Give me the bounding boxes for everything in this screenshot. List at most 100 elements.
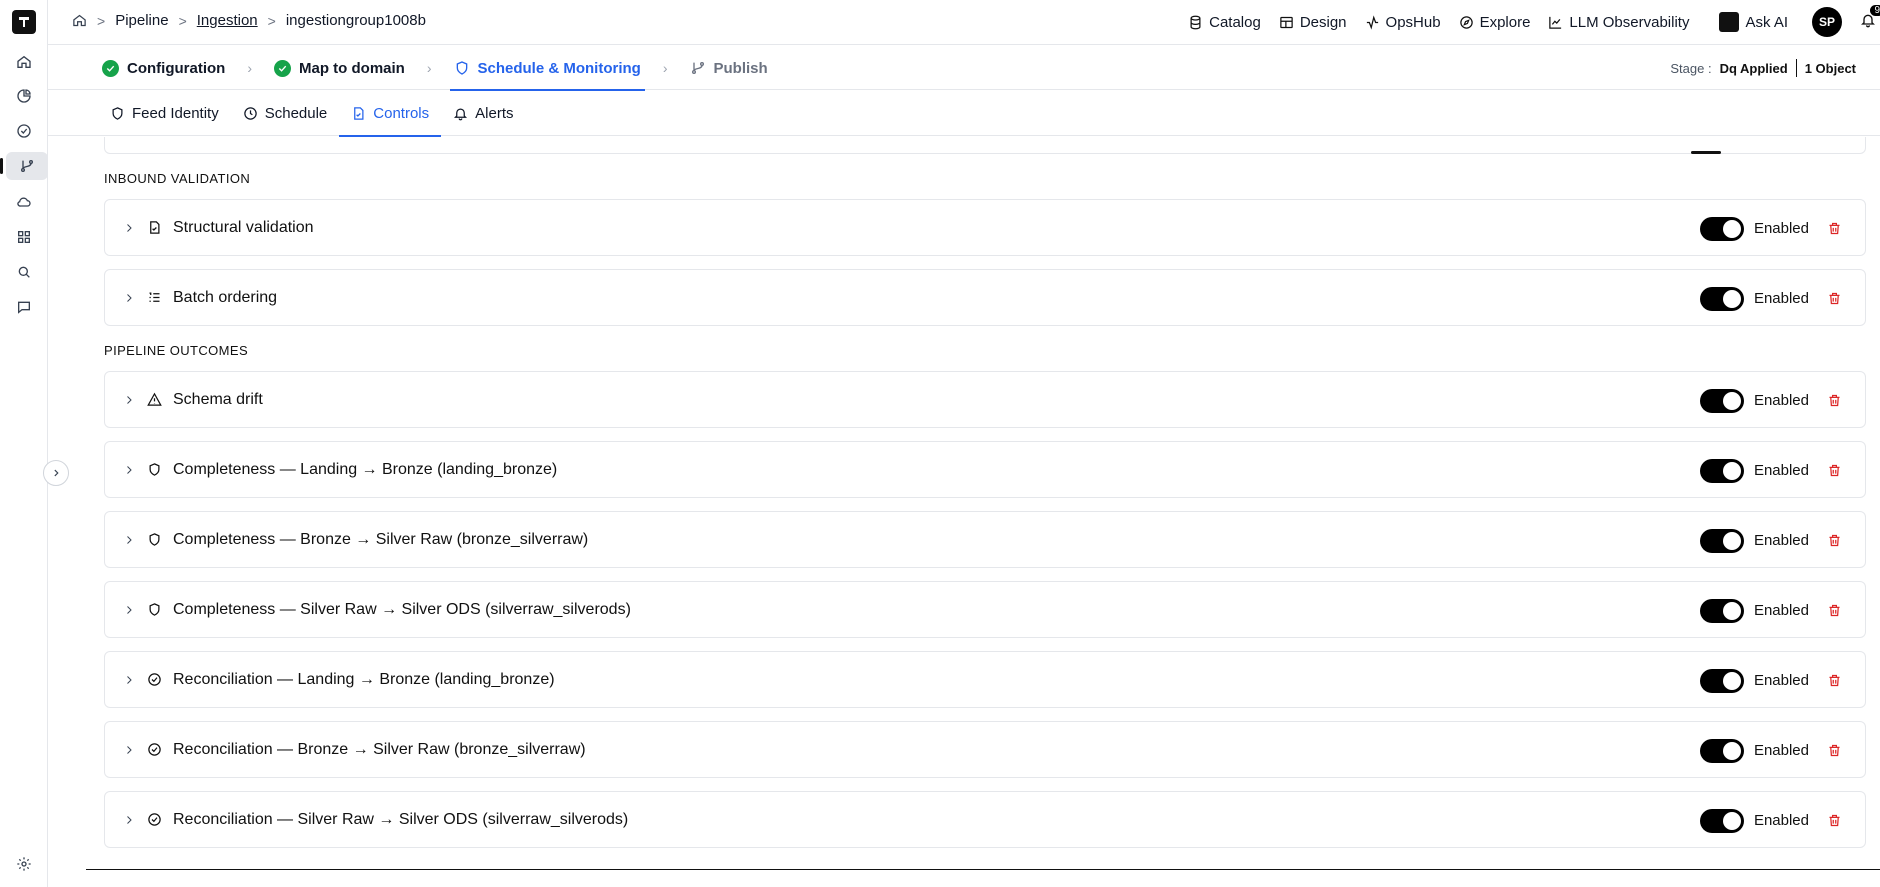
trash-icon[interactable] bbox=[1827, 463, 1843, 479]
toggle-label: Enabled bbox=[1753, 290, 1809, 307]
control-card[interactable]: Completeness — Landing → Bronze (landing… bbox=[104, 441, 1866, 498]
tab-alerts[interactable]: Alerts bbox=[441, 91, 525, 136]
chevron-right-icon: > bbox=[178, 12, 187, 29]
control-card[interactable]: Completeness — Bronze → Silver Raw (bron… bbox=[104, 511, 1866, 568]
stage-info: Stage : Dq Applied 1 Object bbox=[1670, 59, 1856, 77]
nav-catalog[interactable]: Catalog bbox=[1188, 14, 1261, 31]
nav-design-label: Design bbox=[1299, 13, 1347, 31]
trash-icon[interactable] bbox=[1827, 291, 1843, 307]
control-card[interactable]: Schema drift Enabled bbox=[104, 371, 1866, 428]
nav-design[interactable]: Design bbox=[1279, 14, 1347, 31]
step-map-label: Map to domain bbox=[299, 59, 405, 77]
tab-controls[interactable]: Controls bbox=[339, 91, 441, 137]
enabled-toggle[interactable] bbox=[1699, 216, 1744, 241]
chevron-right-icon[interactable] bbox=[123, 534, 137, 546]
chevron-right-icon[interactable] bbox=[123, 744, 137, 756]
breadcrumb-pipeline[interactable]: Pipeline bbox=[115, 12, 168, 29]
control-title: Reconciliation — Silver Raw → Silver ODS… bbox=[173, 810, 629, 828]
tab-feed-label: Feed Identity bbox=[132, 105, 219, 122]
chevron-right-icon: > bbox=[97, 12, 106, 29]
pie-chart-icon[interactable] bbox=[8, 82, 40, 110]
control-card[interactable]: Reconciliation — Bronze → Silver Raw (br… bbox=[104, 721, 1866, 778]
step-publish[interactable]: Publish bbox=[690, 46, 768, 90]
chevron-right-icon[interactable] bbox=[123, 674, 137, 686]
step-map-to-domain[interactable]: Map to domain bbox=[274, 46, 405, 90]
tab-feed-identity[interactable]: Feed Identity bbox=[98, 91, 231, 136]
trash-icon[interactable] bbox=[1827, 743, 1843, 759]
nav-catalog-label: Catalog bbox=[1209, 13, 1261, 31]
chevron-right-icon: › bbox=[662, 60, 668, 76]
app-logo[interactable] bbox=[12, 10, 36, 34]
control-card[interactable]: Reconciliation — Landing → Bronze (landi… bbox=[104, 651, 1866, 708]
chevron-right-icon[interactable] bbox=[123, 464, 137, 476]
shield-icon bbox=[147, 462, 163, 478]
sub-tabs: Feed Identity Schedule Controls Alerts bbox=[48, 91, 1880, 137]
control-card[interactable]: Completeness — Silver Raw → Silver ODS (… bbox=[104, 581, 1866, 638]
chevron-right-icon[interactable] bbox=[123, 814, 137, 826]
pipeline-branch-icon[interactable] bbox=[0, 152, 48, 180]
control-title: Batch ordering bbox=[173, 288, 278, 306]
previous-control-card bbox=[104, 137, 1866, 154]
control-title: Structural validation bbox=[173, 218, 314, 236]
step-configuration-label: Configuration bbox=[127, 59, 226, 77]
step-schedule-monitoring[interactable]: Schedule & Monitoring bbox=[449, 46, 646, 91]
nav-llm-observability[interactable]: LLM Observability bbox=[1548, 14, 1689, 31]
toggle-label: Enabled bbox=[1753, 742, 1809, 759]
trash-icon[interactable] bbox=[1827, 603, 1843, 619]
enabled-toggle[interactable] bbox=[1699, 668, 1744, 693]
chat-icon[interactable] bbox=[8, 293, 40, 321]
check-circle-icon[interactable] bbox=[8, 117, 40, 145]
ask-ai-button[interactable]: Ask AI bbox=[1719, 12, 1788, 32]
enabled-toggle[interactable] bbox=[1699, 598, 1744, 623]
enabled-toggle[interactable] bbox=[1699, 808, 1744, 833]
step-publish-label: Publish bbox=[713, 59, 768, 77]
git-branch-icon bbox=[691, 62, 704, 74]
avatar[interactable]: SP bbox=[1812, 7, 1842, 37]
chevron-right-icon: › bbox=[247, 60, 252, 76]
tab-schedule[interactable]: Schedule bbox=[231, 91, 340, 136]
control-title: Completeness — Bronze → Silver Raw (bron… bbox=[173, 530, 589, 548]
breadcrumb-ingestion[interactable]: Ingestion bbox=[197, 12, 258, 29]
toggle-label: Enabled bbox=[1753, 672, 1809, 689]
toggle-label: Enabled bbox=[1753, 462, 1809, 479]
enabled-toggle[interactable] bbox=[1699, 738, 1744, 763]
home-icon[interactable] bbox=[72, 13, 87, 28]
chevron-right-icon: › bbox=[426, 60, 432, 76]
trash-icon[interactable] bbox=[1827, 673, 1843, 689]
toggle-partial[interactable] bbox=[1691, 151, 1721, 154]
cloud-icon[interactable] bbox=[8, 188, 40, 216]
control-card[interactable]: Batch ordering Enabled bbox=[104, 269, 1866, 326]
home-icon[interactable] bbox=[8, 48, 40, 76]
chevron-right-icon[interactable] bbox=[123, 292, 137, 304]
bell-icon bbox=[454, 108, 468, 121]
stage-label: Stage : bbox=[1670, 60, 1712, 76]
toggle-label: Enabled bbox=[1753, 220, 1809, 237]
nav-opshub[interactable]: OpsHub bbox=[1365, 14, 1441, 31]
enabled-toggle[interactable] bbox=[1699, 458, 1744, 483]
enabled-toggle[interactable] bbox=[1699, 528, 1744, 553]
clock-icon bbox=[243, 107, 257, 120]
enabled-toggle[interactable] bbox=[1699, 388, 1744, 413]
step-configuration[interactable]: Configuration bbox=[102, 46, 225, 90]
shield-icon bbox=[112, 107, 123, 120]
search-icon[interactable] bbox=[8, 258, 40, 286]
grid-icon[interactable] bbox=[8, 223, 40, 251]
control-card[interactable]: Structural validation Enabled bbox=[104, 199, 1866, 256]
trash-icon[interactable] bbox=[1827, 813, 1843, 829]
sidebar-expand-button[interactable] bbox=[43, 460, 69, 486]
trash-icon[interactable] bbox=[1827, 393, 1843, 409]
control-card[interactable]: Reconciliation — Silver Raw → Silver ODS… bbox=[104, 791, 1866, 848]
gear-icon[interactable] bbox=[8, 850, 40, 878]
tab-controls-label: Controls bbox=[373, 105, 430, 122]
chevron-right-icon[interactable] bbox=[123, 604, 137, 616]
notifications-button[interactable]: 9 bbox=[1860, 5, 1880, 32]
nav-explore[interactable]: Explore bbox=[1459, 14, 1530, 31]
database-icon bbox=[1190, 15, 1201, 29]
trash-icon[interactable] bbox=[1827, 221, 1843, 237]
trash-icon[interactable] bbox=[1827, 533, 1843, 549]
file-check-icon bbox=[354, 107, 364, 120]
chevron-right-icon[interactable] bbox=[123, 394, 137, 406]
section-inbound-validation: INBOUND VALIDATION bbox=[104, 171, 251, 186]
chevron-right-icon[interactable] bbox=[123, 222, 137, 234]
enabled-toggle[interactable] bbox=[1699, 286, 1744, 311]
